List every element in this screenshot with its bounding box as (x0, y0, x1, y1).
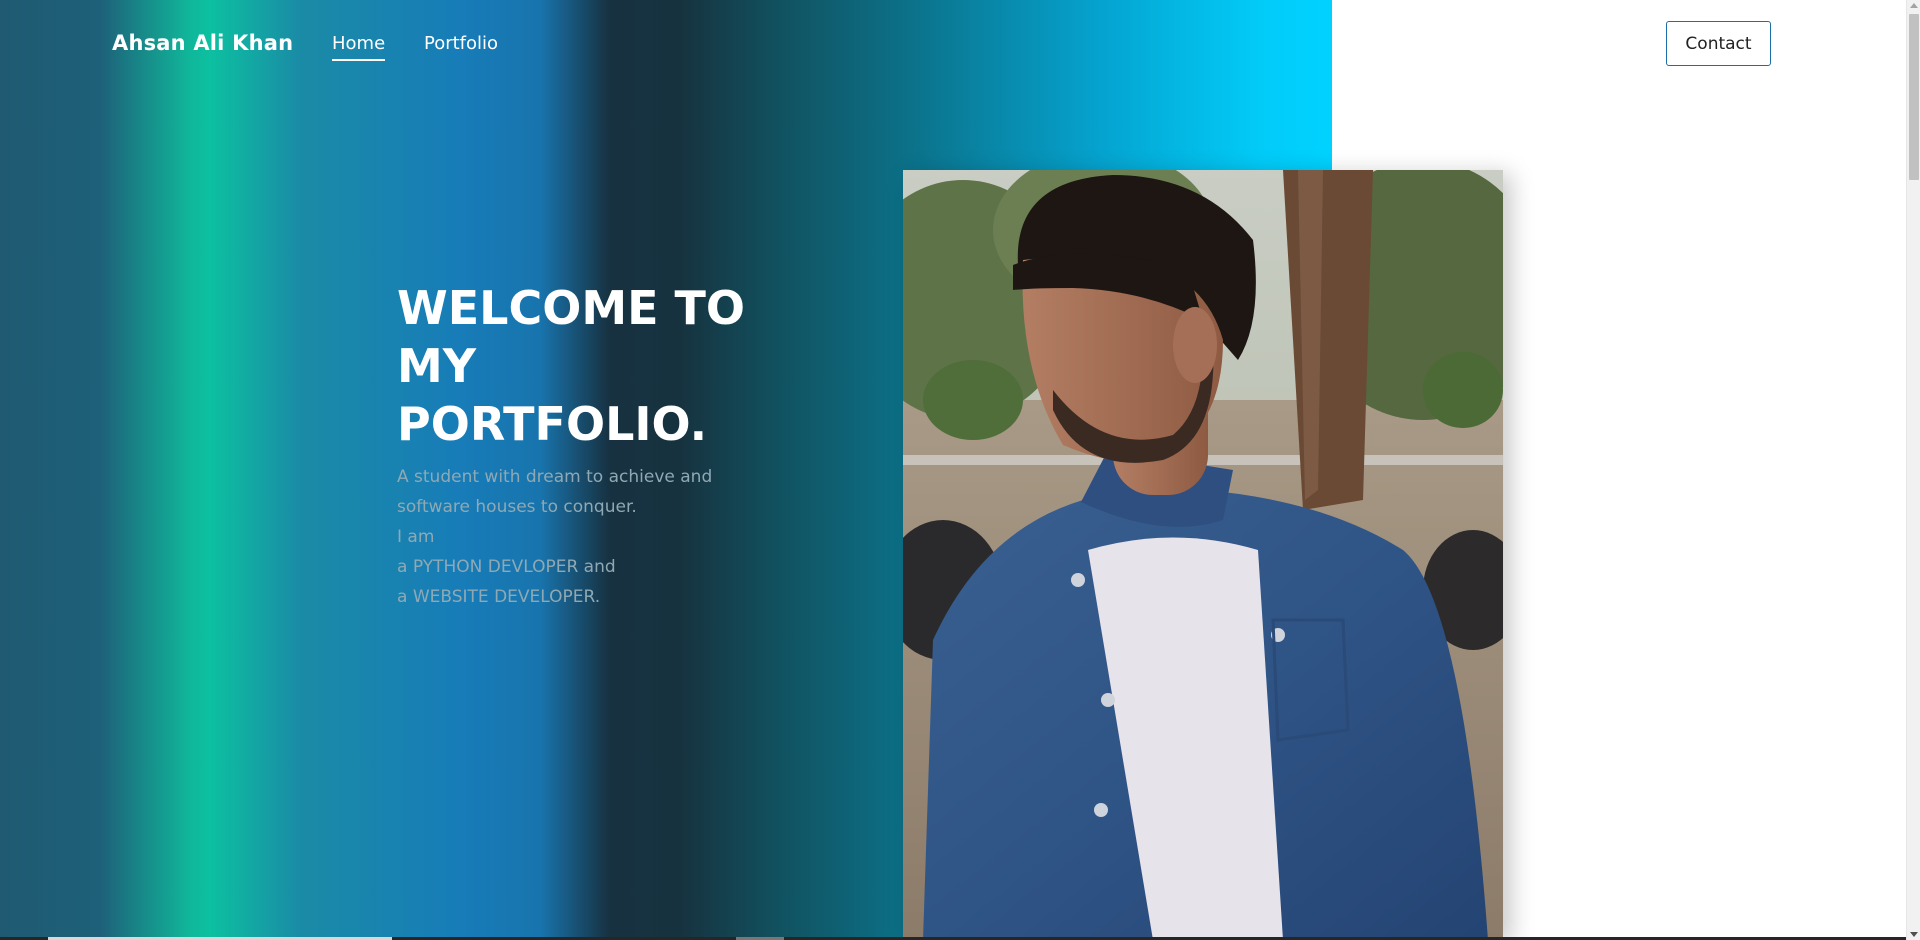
hero-description: A student with dream to achieve and soft… (397, 462, 727, 612)
brand-logo-text[interactable]: Ahsan Ali Khan (112, 31, 293, 55)
hero-description-line: a WEBSITE DEVELOPER. (397, 587, 601, 607)
hero-title-line: MY (397, 339, 477, 393)
hero-description-line: I am (397, 527, 435, 547)
nav-link-home[interactable]: Home (332, 33, 386, 61)
scroll-up-arrow-icon[interactable] (1910, 3, 1918, 8)
scroll-down-arrow-icon[interactable] (1910, 932, 1918, 937)
hero-description-line: A student with dream to achieve and (397, 467, 713, 487)
nav-link-portfolio[interactable]: Portfolio (424, 33, 498, 59)
hero-title-line: PORTFOLIO. (397, 397, 708, 451)
hero-description-line: a PYTHON DEVLOPER and (397, 557, 616, 577)
vertical-scrollbar[interactable] (1906, 0, 1920, 940)
navbar: Ahsan Ali Khan Home Portfolio Contact (0, 0, 1906, 90)
hero-description-line: software houses to conquer. (397, 497, 637, 517)
scrollbar-thumb[interactable] (1909, 14, 1919, 180)
contact-button[interactable]: Contact (1666, 21, 1771, 66)
hero-title: WELCOME TO MY PORTFOLIO. (397, 279, 797, 453)
profile-photo (903, 170, 1503, 940)
hero-title-line: WELCOME TO (397, 281, 746, 335)
